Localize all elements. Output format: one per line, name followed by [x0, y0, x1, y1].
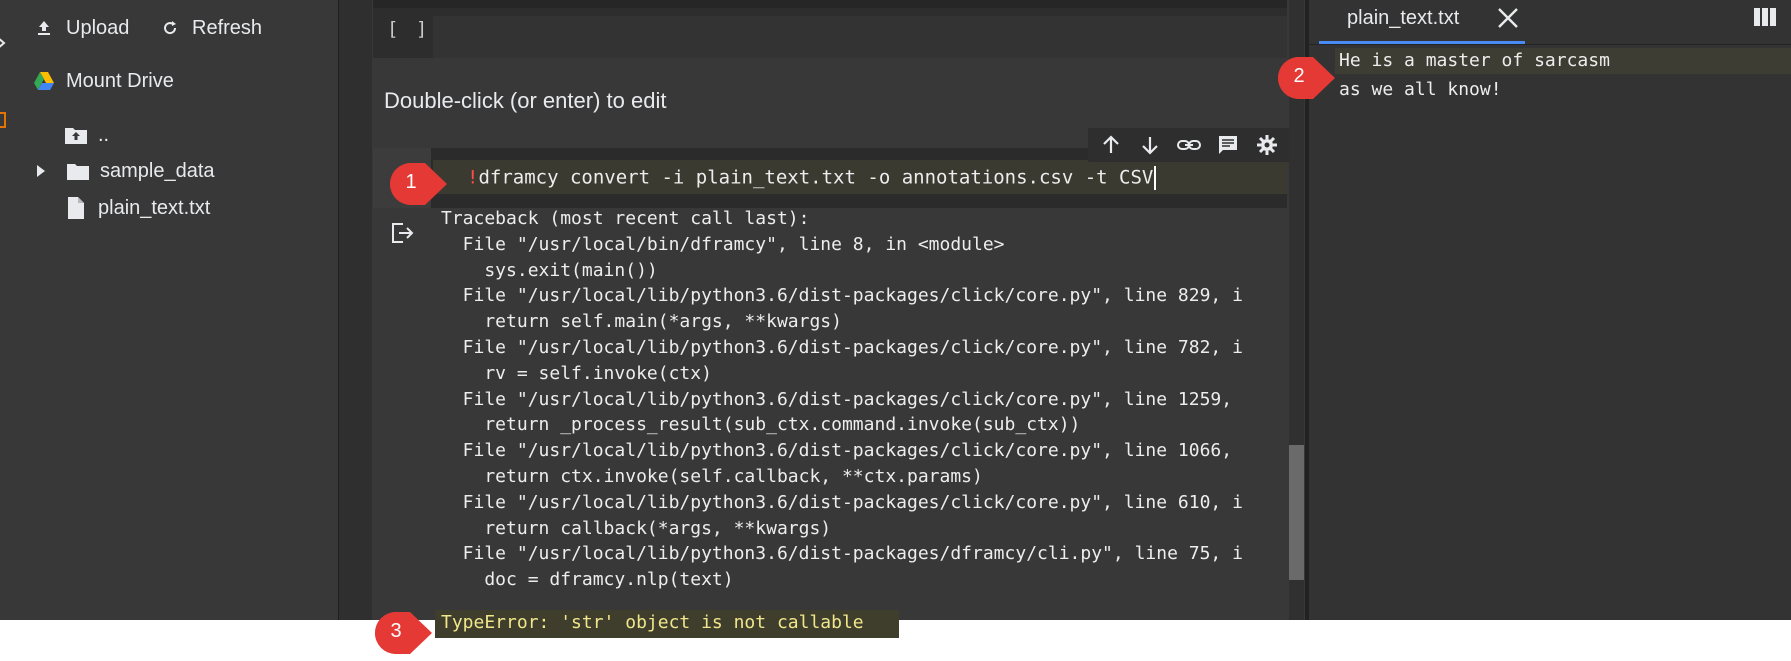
- google-drive-icon: [32, 69, 56, 93]
- file-item-label: ..: [98, 123, 110, 146]
- tab-plain-text[interactable]: plain_text.txt: [1319, 0, 1525, 44]
- text-viewer: plain_text.txt He is a master of sarcasm…: [1305, 0, 1791, 620]
- file-icon: [64, 196, 88, 220]
- text-cursor: [1154, 166, 1157, 190]
- empty-code-cell[interactable]: [ ]: [373, 0, 1287, 58]
- colab-window: Upload Refresh Mount Drive .. sample_dat…: [0, 0, 1791, 654]
- caret-right-icon[interactable]: [34, 159, 48, 183]
- code-input[interactable]: [433, 16, 1287, 58]
- callout-badge-1: 1: [385, 161, 475, 207]
- close-icon[interactable]: [1496, 6, 1520, 30]
- mount-drive-label: Mount Drive: [66, 69, 174, 92]
- command-text: dframcy convert -i plain_text.txt -o ann…: [478, 166, 1154, 189]
- cell-output: Traceback (most recent call last): File …: [373, 208, 1287, 638]
- file-item-parent[interactable]: ..: [64, 120, 109, 150]
- file-item-sample-data[interactable]: sample_data: [34, 155, 215, 187]
- callout-number: 3: [390, 620, 402, 642]
- traceback-line: return ctx.invoke(self.callback, **ctx.p…: [441, 466, 983, 487]
- text-line: He is a master of sarcasm: [1339, 50, 1610, 71]
- code-line: !dframcy convert -i plain_text.txt -o an…: [467, 166, 1157, 190]
- callout-number: 2: [1293, 65, 1305, 87]
- columns-layout-icon[interactable]: [1753, 6, 1777, 28]
- cell-toolbar: [1088, 128, 1290, 162]
- panel-edge-marker: [0, 112, 6, 128]
- refresh-button[interactable]: Refresh: [158, 12, 262, 44]
- notebook-scrollbar-thumb[interactable]: [1289, 445, 1304, 580]
- traceback-line: Traceback (most recent call last):: [441, 208, 810, 229]
- viewer-tabbar: plain_text.txt: [1309, 0, 1791, 45]
- folder-icon: [66, 159, 90, 183]
- link-icon[interactable]: [1176, 132, 1202, 158]
- traceback-line: File "/usr/local/lib/python3.6/dist-pack…: [441, 388, 1233, 410]
- upload-icon: [32, 16, 56, 40]
- refresh-icon: [158, 16, 182, 40]
- traceback-line: File "/usr/local/bin/dframcy", line 8, i…: [441, 233, 1005, 255]
- move-down-icon[interactable]: [1137, 132, 1163, 158]
- traceback-line: doc = dframcy.nlp(text): [441, 569, 734, 591]
- markdown-cell-hint[interactable]: Double-click (or enter) to edit: [384, 88, 666, 114]
- upload-button[interactable]: Upload: [32, 12, 129, 44]
- text-line: as we all know!: [1339, 79, 1502, 100]
- upload-label: Upload: [66, 16, 130, 39]
- traceback-line: return self.main(*args, **kwargs): [441, 311, 842, 333]
- traceback-line: File "/usr/local/lib/python3.6/dist-pack…: [441, 543, 1243, 565]
- comment-icon[interactable]: [1215, 132, 1241, 158]
- traceback-line: File "/usr/local/lib/python3.6/dist-pack…: [441, 491, 1243, 513]
- traceback-line: File "/usr/local/lib/python3.6/dist-pack…: [441, 440, 1233, 462]
- traceback-line: return callback(*args, **kwargs): [441, 517, 832, 539]
- traceback-line: rv = self.invoke(ctx): [441, 362, 712, 384]
- file-item-label: plain_text.txt: [98, 196, 211, 219]
- move-up-icon[interactable]: [1098, 132, 1124, 158]
- notebook-area: [ ] Double-click (or enter) to edit !dfr…: [372, 0, 1304, 638]
- traceback-line: return _process_result(sub_ctx.command.i…: [441, 414, 1081, 436]
- files-panel: Upload Refresh Mount Drive .. sample_dat…: [0, 0, 339, 620]
- output-menu-icon[interactable]: [391, 222, 415, 244]
- file-item-label: sample_data: [100, 159, 215, 182]
- error-message: TypeError: 'str' object is not callable: [441, 612, 864, 633]
- panel-divider[interactable]: [339, 0, 372, 620]
- gear-icon[interactable]: [1254, 132, 1280, 158]
- callout-badge-3: 3: [370, 610, 460, 656]
- folder-up-icon: [64, 123, 88, 147]
- execution-count: [ ]: [387, 18, 431, 40]
- traceback-line: File "/usr/local/lib/python3.6/dist-pack…: [441, 337, 1243, 358]
- callout-number: 1: [405, 171, 417, 193]
- traceback-line: File "/usr/local/lib/python3.6/dist-pack…: [441, 285, 1243, 307]
- traceback-line: sys.exit(main()): [441, 259, 658, 281]
- mount-drive-button[interactable]: Mount Drive: [32, 64, 174, 98]
- chevron-right-icon[interactable]: [0, 36, 8, 50]
- refresh-label: Refresh: [192, 16, 263, 39]
- file-item-plain-text[interactable]: plain_text.txt: [64, 192, 210, 224]
- callout-badge-2: 2: [1273, 55, 1363, 101]
- tab-title: plain_text.txt: [1347, 7, 1460, 29]
